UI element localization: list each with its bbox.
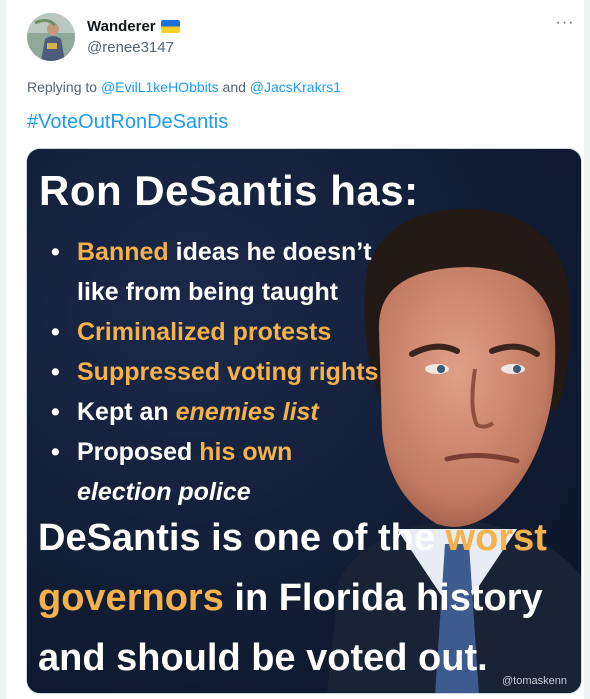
image-headline: Ron DeSantis has: [39,167,419,214]
conclusion-text: DeSantis is one of the [38,517,446,559]
bullet-text: Kept an [77,398,176,426]
hashtag-link[interactable]: #VoteOutRonDeSantis [27,111,228,134]
bullet-highlight: enemies list [175,398,319,426]
author-display-name[interactable]: Wanderer [87,18,156,35]
bullet-item: • Criminalized protests [51,312,378,352]
bullet-text: ideas he doesn’t [168,238,372,266]
bullet-continuation: like from being taught [77,278,339,306]
bullet-dot: • [51,238,60,266]
avatar-image [27,13,75,61]
conclusion-highlight: governors [38,577,224,619]
bullet-text: Proposed [77,438,200,466]
bullet-dot: • [51,358,60,386]
replying-to-label: Replying to [27,79,101,95]
tweet-image[interactable]: Ron DeSantis has: • Banned ideas he does… [26,148,582,694]
bullet-highlight: Criminalized protests [77,318,332,346]
tweet-card[interactable]: Wanderer @renee3147 ··· Replying to @Evi… [6,0,584,699]
replying-to-joiner: and [218,79,250,95]
conclusion-line-2: governors in Florida history [38,577,543,620]
more-options-button[interactable]: ··· [552,10,578,36]
bullet-item: • Kept an enemies list [51,392,378,432]
bullet-dot: • [51,318,60,346]
bullet-item: • Suppressed voting rights [51,352,378,392]
bullet-dot: • [51,398,60,426]
ukraine-flag-icon [160,20,180,33]
bullet-item: • Banned ideas he doesn’t [51,232,378,272]
bullet-highlight: his own [199,438,293,466]
bullet-continuation: election police [77,478,251,506]
bullet-dot: • [51,438,60,466]
conclusion-text: in Florida history [223,577,543,619]
bullet-item: • Proposed his own [51,432,378,472]
replying-to: Replying to @EvilL1keHObbits and @JacsKr… [27,79,341,95]
bullet-highlight: Banned [77,238,169,266]
author-name-row: Wanderer [87,18,180,35]
conclusion-highlight: worst [445,517,547,559]
reply-user-link-1[interactable]: @EvilL1keHObbits [101,79,219,95]
more-dots-icon: ··· [555,14,575,31]
timeline-border-right [584,0,590,699]
author-handle[interactable]: @renee3147 [87,39,174,56]
reply-user-link-2[interactable]: @JacsKrakrs1 [250,79,341,95]
bullet-highlight: Suppressed voting rights [77,358,379,386]
image-credit: @tomaskenn [502,675,567,687]
conclusion-line-3: and should be voted out. [38,637,488,679]
user-avatar[interactable] [27,13,75,61]
image-bullet-list: • Banned ideas he doesn’t like from bein… [51,232,378,512]
conclusion-line-1: DeSantis is one of the worst [38,517,547,560]
